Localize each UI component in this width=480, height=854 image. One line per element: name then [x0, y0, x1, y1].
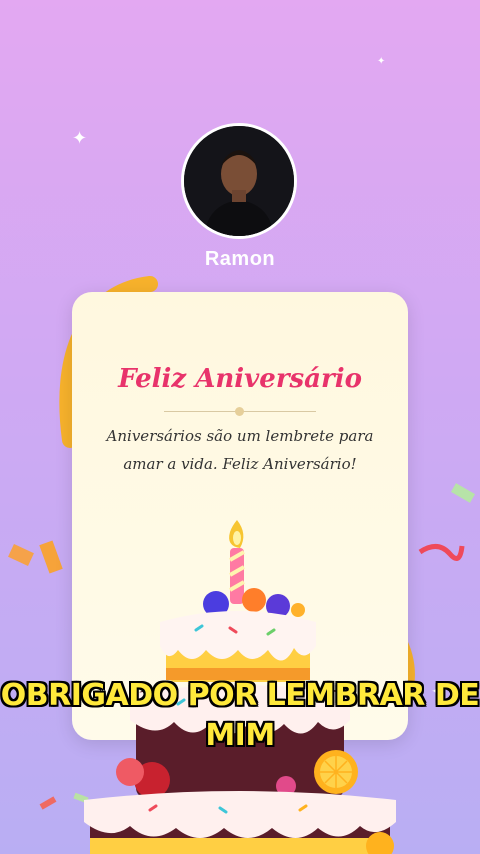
video-caption: OBRIGADO POR LEMBRAR DE MIM [0, 678, 480, 753]
